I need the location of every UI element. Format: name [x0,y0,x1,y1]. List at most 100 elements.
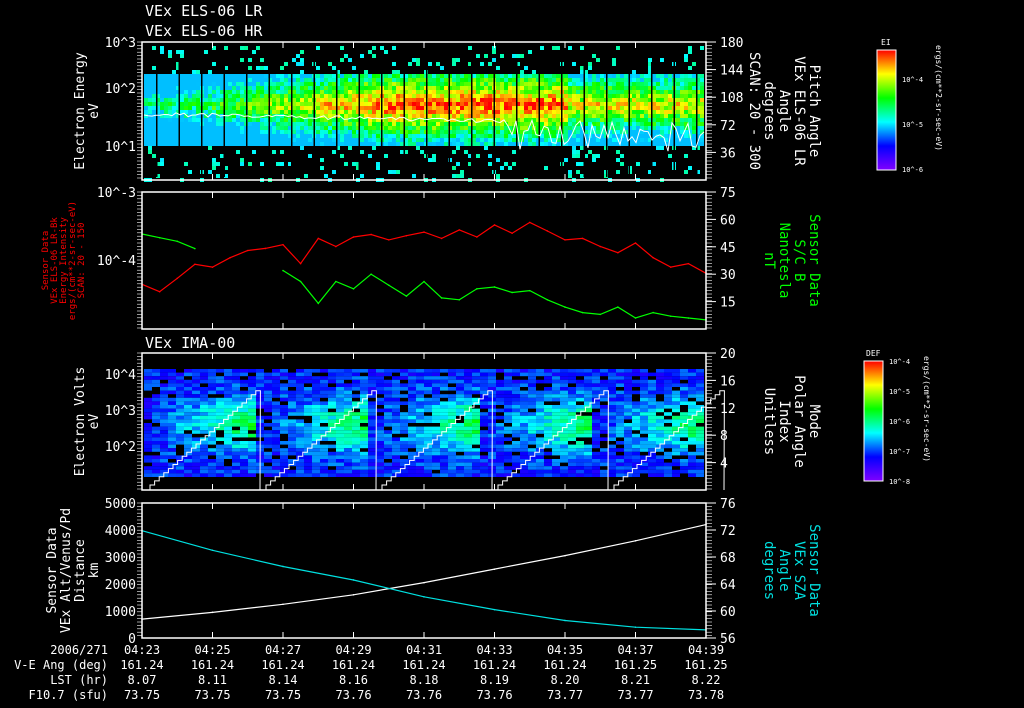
heatmap-cell [616,78,620,82]
heatmap-cell [332,102,336,106]
heatmap-cell [456,369,464,373]
heatmap-cell [292,90,296,94]
heatmap-cell [320,462,328,467]
heatmap-cell [540,106,544,110]
heatmap-cell [192,415,200,420]
heatmap-cell [168,376,176,380]
heatmap-cell [388,130,392,134]
heatmap-cell [400,444,408,449]
heatmap-cell [308,86,312,90]
heatmap-cell [528,423,536,427]
heatmap-cell [528,372,536,377]
heatmap-cell [440,408,448,413]
heatmap-cell [472,415,480,420]
heatmap-cell [236,90,240,94]
heatmap-cell [636,98,640,102]
heatmap-cell [524,126,528,130]
heatmap-cell [524,74,528,78]
heatmap-cell [360,134,364,138]
heatmap-cell [416,415,424,420]
heatmap-cell [344,469,352,474]
heatmap-cell [688,94,692,98]
heatmap-cell [164,118,168,122]
heatmap-cell [228,90,232,94]
els-spectrogram [144,46,704,182]
heatmap-cell [428,138,432,142]
heatmap-cell [596,74,600,78]
heatmap-cell [552,405,560,409]
heatmap-cell [280,448,288,452]
heatmap-cell [672,408,680,413]
heatmap-cell [248,122,252,126]
heatmap-cell [692,134,696,138]
heatmap-cell [664,74,668,78]
heatmap-cell [160,401,168,405]
heatmap-cell [224,451,232,456]
heatmap-cell [232,102,236,106]
heatmap-cell [208,379,216,384]
heatmap-cell [284,106,288,110]
heatmap-cell [632,74,636,78]
heatmap-cell [696,437,704,441]
heatmap-cell [216,106,220,110]
heatmap-cell [636,82,640,86]
heatmap-cell [616,46,620,50]
heatmap-cell [336,437,344,441]
heatmap-cell [420,102,424,106]
heatmap-cell [240,106,244,110]
heatmap-cell [672,394,680,398]
heatmap-cell [664,372,672,377]
heatmap-cell [312,383,320,387]
heatmap-cell [160,441,168,445]
heatmap-cell [520,437,528,441]
heatmap-cell [272,86,276,90]
heatmap-cell [624,415,632,420]
heatmap-cell [452,90,456,94]
heatmap-cell [368,122,372,126]
heatmap-cell [232,455,240,459]
heatmap-cell [240,459,248,463]
heatmap-cell [340,134,344,138]
heatmap-cell [616,102,620,106]
heatmap-cell [184,401,192,405]
heatmap-cell [520,114,524,118]
heatmap-cell [292,102,296,106]
heatmap-cell [328,86,332,90]
heatmap-cell [256,118,260,122]
heatmap-cell [152,401,160,405]
heatmap-cell [440,102,444,106]
heatmap-cell [152,444,160,449]
heatmap-cell [464,106,468,110]
heatmap-cell [504,110,508,114]
heatmap-cell [544,90,548,94]
heatmap-cell [216,126,220,130]
heatmap-cell [376,423,384,427]
heatmap-cell [620,162,624,166]
heatmap-cell [480,415,488,420]
heatmap-cell [160,369,168,373]
heatmap-cell [224,369,232,373]
heatmap-cell [456,426,464,431]
heatmap-cell [208,437,216,441]
heatmap-cell [152,142,156,146]
heatmap-cell [176,383,184,387]
heatmap-cell [692,94,696,98]
heatmap-cell [168,78,172,82]
heatmap-cell [188,142,192,146]
heatmap-cell [656,138,660,142]
heatmap-cell [360,122,364,126]
heatmap-cell [616,419,624,423]
heatmap-cell [592,426,600,431]
heatmap-cell [216,387,224,391]
heatmap-cell [572,90,576,94]
heatmap-cell [288,394,296,398]
heatmap-cell [220,94,224,98]
heatmap-cell [256,126,260,130]
heatmap-cell [216,110,220,114]
heatmap-cell [448,466,456,470]
heatmap-cell [440,130,444,134]
heatmap-cell [576,459,584,463]
heatmap-cell [328,462,336,467]
heatmap-cell [208,469,216,474]
heatmap-cell [680,451,688,456]
